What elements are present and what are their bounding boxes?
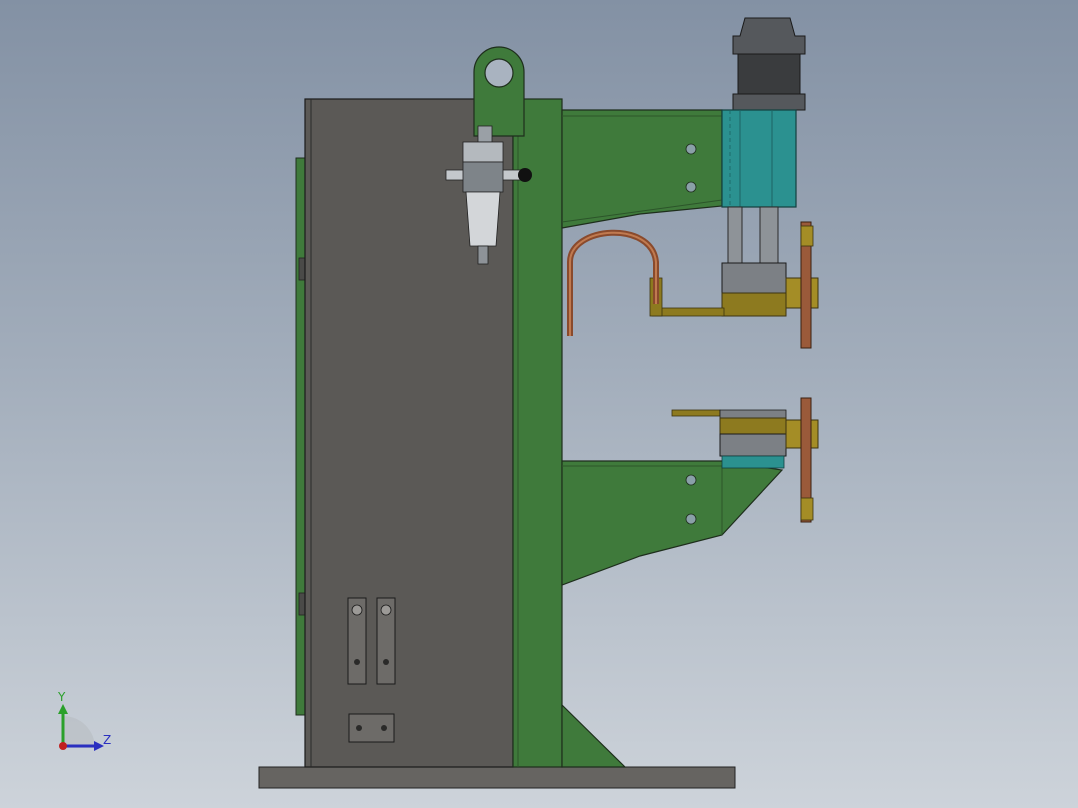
z-axis-label: Z xyxy=(103,733,111,747)
cabinet-door xyxy=(295,157,306,716)
model-viewport[interactable]: Y Z xyxy=(0,0,1078,808)
air-cylinder xyxy=(721,17,806,208)
upper-arm xyxy=(561,109,723,229)
base-plate xyxy=(258,766,736,789)
door-hinge-top xyxy=(298,257,306,281)
piston-rod-right xyxy=(759,206,779,264)
lower-electrode xyxy=(800,397,814,523)
terminal-plate xyxy=(348,713,395,743)
door-hinge-bottom xyxy=(298,592,306,616)
lower-arm xyxy=(561,460,784,586)
y-axis-label: Y xyxy=(57,690,66,704)
control-switch-left xyxy=(347,597,367,685)
piston-rod-left xyxy=(727,206,743,264)
x-axis-origin xyxy=(59,742,67,750)
model-canvas[interactable]: Y Z xyxy=(0,0,1078,808)
upper-electrode xyxy=(800,221,814,349)
lower-electrode-holder xyxy=(671,409,819,469)
frame-column xyxy=(512,98,563,768)
lifting-eye xyxy=(473,46,525,137)
base-gusset xyxy=(561,703,627,768)
regulator-knob xyxy=(518,168,532,182)
control-switch-right xyxy=(376,597,396,685)
flexible-shunt xyxy=(567,229,659,336)
coordinate-triad[interactable]: Y Z xyxy=(57,690,111,751)
upper-electrode-holder xyxy=(649,262,819,317)
